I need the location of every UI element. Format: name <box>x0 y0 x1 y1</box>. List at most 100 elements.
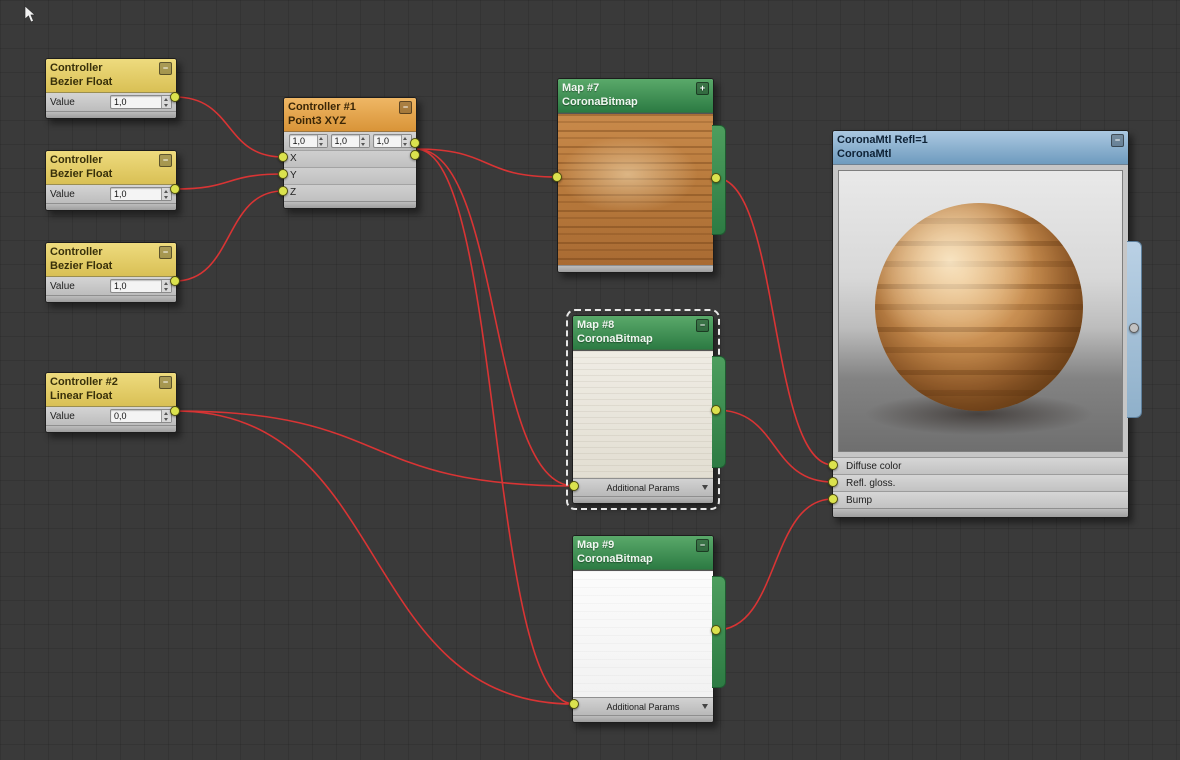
socket-out-bezier2[interactable] <box>170 184 180 194</box>
additional-params-bar[interactable]: Additional Params <box>573 697 713 715</box>
node-controller-linear-float[interactable]: Controller #2 − Linear Float Value 0,0 <box>45 372 177 433</box>
node-coronamtl-material[interactable]: CoronaMtl Refl=1 − CoronaMtl Diffuse colo… <box>832 130 1142 518</box>
node-header[interactable]: Controller #2 − Linear Float <box>46 373 176 407</box>
material-preview[interactable] <box>838 170 1123 452</box>
slot-refl-gloss[interactable]: Refl. gloss. <box>833 474 1128 491</box>
socket-in-mtl-bump[interactable] <box>828 494 838 504</box>
node-title: Controller #1 <box>288 101 356 113</box>
collapse-button[interactable]: − <box>159 375 172 389</box>
socket-out-linear[interactable] <box>170 406 180 416</box>
connection-wire-map9-out-to-mtl-bump[interactable] <box>715 498 834 631</box>
axis-row-y[interactable]: Y <box>284 167 416 184</box>
spinner-down-icon[interactable] <box>162 416 171 422</box>
collapse-button[interactable]: − <box>696 538 709 552</box>
connection-wire-point3-out-to-map9-additional-params[interactable] <box>415 148 575 705</box>
spinner-down-icon[interactable] <box>317 141 327 147</box>
socket-out-bezier1[interactable] <box>170 92 180 102</box>
node-title: Controller <box>50 246 103 258</box>
collapse-button[interactable]: − <box>159 153 172 167</box>
spinner[interactable] <box>316 135 327 147</box>
value-label: Value <box>50 188 75 200</box>
value-spinner[interactable]: 0,0 <box>110 409 172 423</box>
socket-in-point3-x[interactable] <box>278 152 288 162</box>
socket-in-point3-y[interactable] <box>278 169 288 179</box>
socket-out-bezier3[interactable] <box>170 276 180 286</box>
y-value-spinner[interactable]: 1,0 <box>330 134 370 148</box>
axis-row-z[interactable]: Z <box>284 184 416 201</box>
connection-wire-point3-out-to-map7-in[interactable] <box>415 148 558 178</box>
node-header[interactable]: Controller − Bezier Float <box>46 151 176 185</box>
socket-in-map8-params[interactable] <box>569 481 579 491</box>
node-controller-point3-xyz[interactable]: Controller #1− Point3 XYZ 1,0 1,0 1,0 X … <box>283 97 417 209</box>
socket-out-map8[interactable] <box>711 405 721 415</box>
value-spinner[interactable]: 1,0 <box>110 95 172 109</box>
slot-diffuse-color[interactable]: Diffuse color <box>833 457 1128 474</box>
node-header[interactable]: Map #8 − CoronaBitmap <box>573 316 713 350</box>
spinner-down-icon[interactable] <box>162 102 171 108</box>
expand-button[interactable]: + <box>696 81 709 95</box>
connection-wire-controller-bezier-1-to-point3-x[interactable] <box>174 96 284 158</box>
connection-wire-map7-out-to-mtl-diffuse-color[interactable] <box>715 177 834 466</box>
connection-wire-controller-bezier-2-to-point3-y[interactable] <box>174 173 284 190</box>
z-value-spinner[interactable]: 1,0 <box>372 134 412 148</box>
socket-out-point3-b[interactable] <box>410 150 420 160</box>
node-editor-canvas[interactable]: Controller − Bezier Float Value 1,0 Contr… <box>0 0 1180 760</box>
socket-in-map7[interactable] <box>552 172 562 182</box>
connection-wire-controller-linear-to-map8-additional-params[interactable] <box>174 410 575 487</box>
node-controller-bezier-float-3[interactable]: Controller − Bezier Float Value 1,0 <box>45 242 177 303</box>
bitmap-preview-wood[interactable] <box>558 113 713 265</box>
node-map8-coronabitmap[interactable]: Map #8 − CoronaBitmap Additional Params <box>566 309 726 510</box>
collapse-button[interactable]: − <box>1111 133 1124 147</box>
connection-wire-point3-out-to-map8-additional-params[interactable] <box>415 148 575 487</box>
node-title: Map #9 <box>577 539 615 551</box>
spinner-down-icon[interactable] <box>162 286 171 292</box>
connection-wire-controller-linear-to-map9-additional-params[interactable] <box>174 410 575 705</box>
additional-params-bar[interactable]: Additional Params <box>573 478 713 496</box>
collapse-button[interactable]: − <box>159 61 172 75</box>
slot-bump[interactable]: Bump <box>833 491 1128 508</box>
node-header[interactable]: Map #9 − CoronaBitmap <box>573 536 713 570</box>
node-controller-bezier-float-1[interactable]: Controller − Bezier Float Value 1,0 <box>45 58 177 119</box>
spinner[interactable] <box>400 135 411 147</box>
node-header[interactable]: Controller − Bezier Float <box>46 59 176 93</box>
value-text: 1,0 <box>114 189 127 199</box>
socket-in-mtl-refl-gloss[interactable] <box>828 477 838 487</box>
node-title: Controller <box>50 154 103 166</box>
node-map7-coronabitmap[interactable]: Map #7 + CoronaBitmap <box>557 78 726 273</box>
socket-out-map7[interactable] <box>711 173 721 183</box>
expand-triangle-icon[interactable] <box>702 485 708 490</box>
socket-out-material[interactable] <box>1129 323 1139 333</box>
spinner[interactable] <box>358 135 369 147</box>
collapse-button[interactable]: − <box>399 100 412 114</box>
socket-in-point3-z[interactable] <box>278 186 288 196</box>
node-header[interactable]: CoronaMtl Refl=1 − CoronaMtl <box>833 131 1128 165</box>
value-text: 1,0 <box>376 136 390 146</box>
collapse-button[interactable]: − <box>159 245 172 259</box>
socket-in-mtl-diffuse[interactable] <box>828 460 838 470</box>
bitmap-preview-white[interactable] <box>573 570 713 697</box>
collapse-button[interactable]: − <box>696 318 709 332</box>
value-spinner[interactable]: 1,0 <box>110 279 172 293</box>
socket-out-point3-a[interactable] <box>410 138 420 148</box>
value-spinner[interactable]: 1,0 <box>110 187 172 201</box>
node-subtitle: CoronaMtl <box>837 148 892 160</box>
connection-wire-map8-out-to-mtl-refl-gloss[interactable] <box>715 409 834 483</box>
node-controller-bezier-float-2[interactable]: Controller − Bezier Float Value 1,0 <box>45 150 177 211</box>
xyz-values-row: 1,0 1,0 1,0 <box>284 132 416 150</box>
spinner-down-icon[interactable] <box>162 194 171 200</box>
x-value-spinner[interactable]: 1,0 <box>288 134 328 148</box>
socket-out-map9[interactable] <box>711 625 721 635</box>
socket-in-map9-params[interactable] <box>569 699 579 709</box>
spinner-down-icon[interactable] <box>359 141 369 147</box>
axis-row-x[interactable]: X <box>284 150 416 167</box>
node-map9-coronabitmap[interactable]: Map #9 − CoronaBitmap Additional Params <box>572 535 726 723</box>
node-subtitle: Bezier Float <box>50 168 113 180</box>
node-header[interactable]: Map #7 + CoronaBitmap <box>558 79 713 113</box>
node-header[interactable]: Controller − Bezier Float <box>46 243 176 277</box>
node-header[interactable]: Controller #1 − Point3 XYZ <box>284 98 416 132</box>
bitmap-preview-light[interactable] <box>573 350 713 478</box>
expand-triangle-icon[interactable] <box>702 704 708 709</box>
connection-wire-controller-bezier-3-to-point3-z[interactable] <box>174 190 284 282</box>
node-footer-bar <box>833 508 1128 517</box>
node-footer-bar <box>46 203 176 210</box>
